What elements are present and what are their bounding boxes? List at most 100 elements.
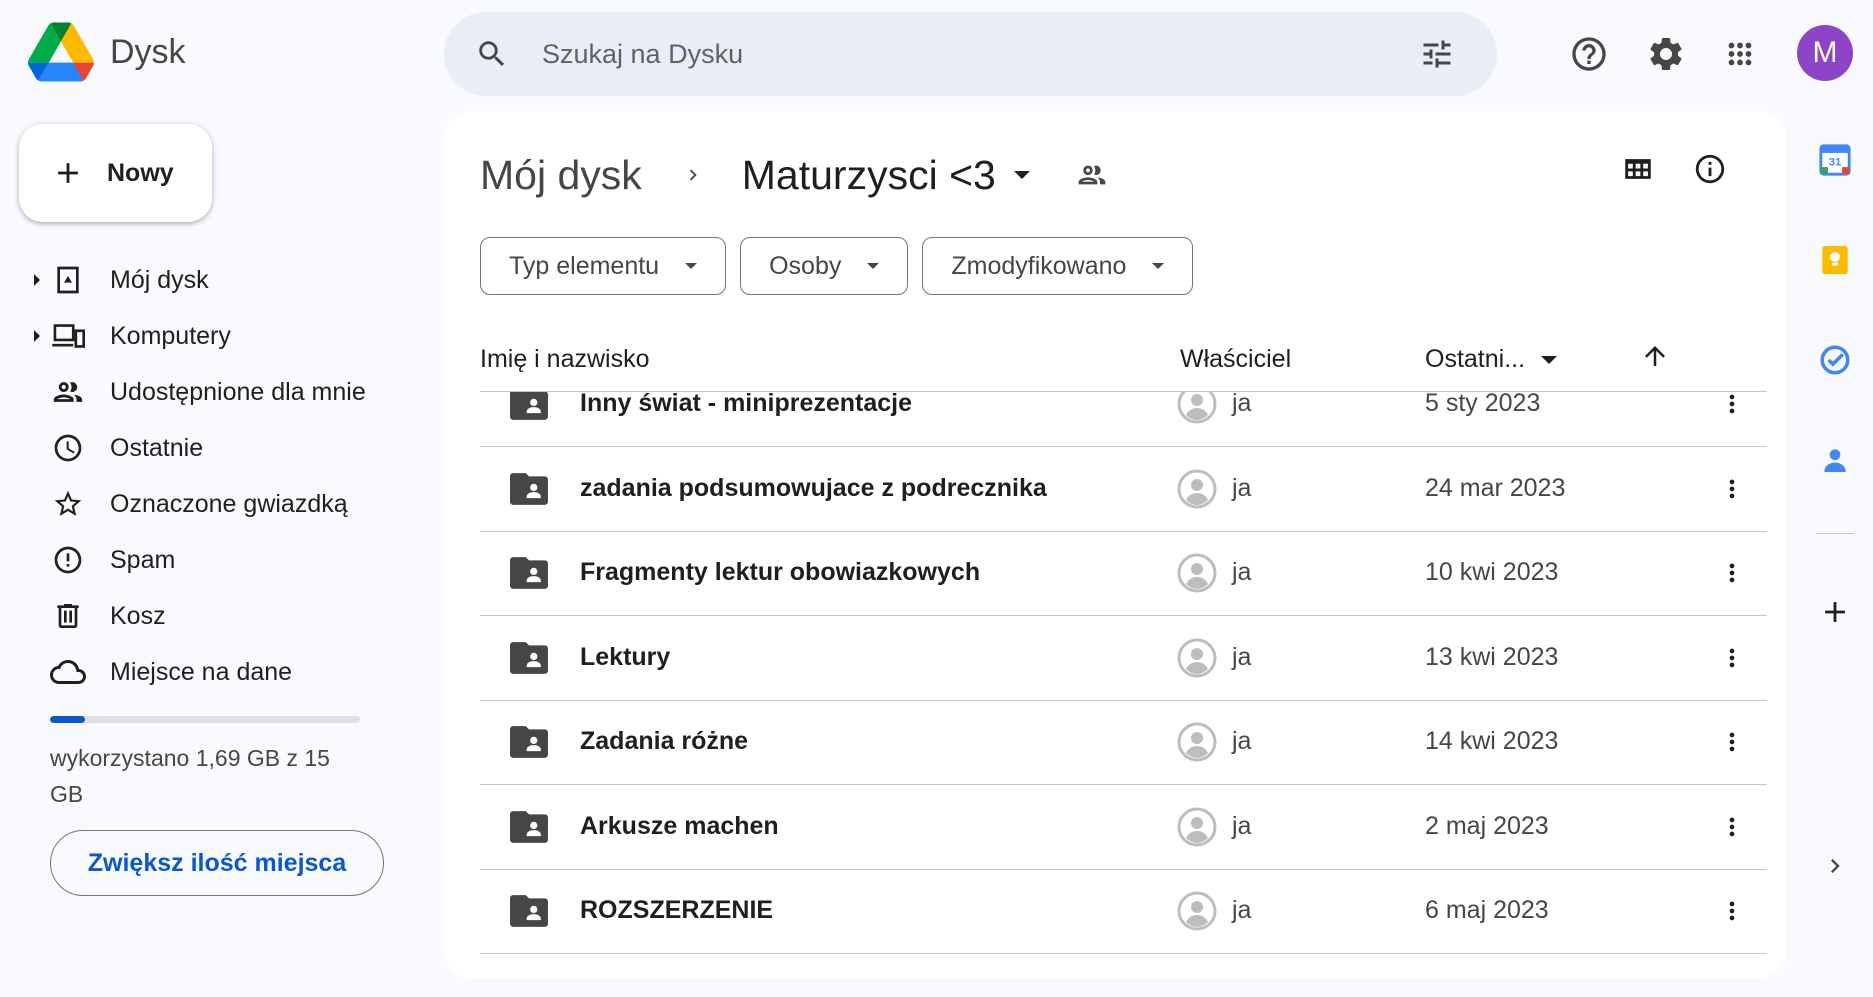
side-panel-divider: [1816, 533, 1854, 534]
last-modified-date: 5 sty 2023: [1425, 392, 1541, 417]
table-header: Imię i nazwisko Właściciel Ostatni...: [480, 339, 1767, 392]
owner-avatar-icon: [1177, 553, 1217, 593]
file-name[interactable]: Inny świat - miniprezentacje: [580, 392, 912, 418]
owner-name: ja: [1232, 727, 1252, 755]
file-name[interactable]: Arkusze machen: [580, 812, 779, 841]
more-options-icon[interactable]: [1710, 551, 1754, 595]
chip-label: Typ elementu: [509, 251, 660, 280]
new-button[interactable]: Nowy: [19, 124, 212, 222]
owner-avatar-icon: [1177, 469, 1217, 509]
account-avatar[interactable]: M: [1797, 25, 1853, 81]
table-row[interactable]: ROZSZERZENIE ja 6 maj 2023: [480, 869, 1767, 954]
sidebar-item-starred[interactable]: Oznaczone gwiazdką: [0, 476, 430, 532]
sidebar-nav: Mój dysk Komputery Udostępnione dla mnie…: [0, 252, 430, 700]
plus-icon: [58, 163, 78, 183]
last-modified-date: 13 kwi 2023: [1425, 642, 1559, 671]
more-options-icon[interactable]: [1710, 636, 1754, 680]
sort-ascending-icon[interactable]: [1640, 341, 1670, 378]
filter-modified-chip[interactable]: Zmodyfikowano: [922, 237, 1194, 295]
sidebar-item-spam[interactable]: Spam: [0, 532, 430, 588]
file-list: Inny świat - miniprezentacje ja 5 sty 2023…: [480, 392, 1767, 967]
search-input[interactable]: [542, 38, 1417, 70]
expand-arrow-icon[interactable]: [34, 274, 40, 286]
more-options-icon[interactable]: [1710, 805, 1754, 849]
help-icon[interactable]: [1559, 24, 1619, 84]
sidebar-item-trash[interactable]: Kosz: [0, 588, 430, 644]
owner-avatar-icon: [1177, 392, 1217, 424]
sidebar-item-recent[interactable]: Ostatnie: [0, 420, 430, 476]
owner-name: ja: [1232, 473, 1252, 502]
google-drive-logo-icon: [28, 22, 94, 82]
add-addon-icon[interactable]: [1810, 587, 1860, 637]
contacts-icon[interactable]: [1810, 435, 1860, 485]
view-controls: [1621, 152, 1727, 191]
expand-arrow-icon[interactable]: [34, 330, 40, 342]
file-name[interactable]: Lektury: [580, 643, 670, 672]
sidebar-item-label: Komputery: [110, 321, 231, 350]
table-row[interactable]: Fragmenty lektur obowiazkowych ja 10 kwi 2…: [480, 531, 1767, 616]
storage-usage-bar: [50, 716, 360, 723]
last-modified-date: 10 kwi 2023: [1425, 558, 1559, 586]
shared-folder-icon: [510, 472, 548, 510]
more-options-icon[interactable]: [1710, 392, 1754, 426]
upgrade-storage-button[interactable]: Zwiększ ilość miejsca: [50, 830, 384, 896]
shared-folder-icon: [510, 810, 548, 848]
shared-folder-icon: [510, 557, 548, 594]
breadcrumb: Mój dysk Maturzysci <3: [480, 145, 1108, 205]
breadcrumb-root[interactable]: Mój dysk: [480, 152, 642, 199]
table-row[interactable]: Inny świat - miniprezentacje ja 5 sty 2023: [480, 392, 1767, 447]
column-header-date[interactable]: Ostatni...: [1425, 345, 1558, 374]
table-row[interactable]: Lektury ja 13 kwi 2023: [480, 616, 1767, 701]
folder-menu-dropdown-icon[interactable]: [1013, 171, 1030, 179]
app-logo[interactable]: Dysk: [28, 22, 186, 82]
tune-icon[interactable]: [1417, 34, 1457, 74]
owner-name: ja: [1232, 811, 1252, 840]
sidebar-item-my-drive[interactable]: Mój dysk: [0, 252, 430, 308]
file-name[interactable]: Fragmenty lektur obowiazkowych: [580, 558, 980, 587]
search-bar[interactable]: [444, 12, 1497, 96]
sidebar-item-label: Udostępnione dla mnie: [110, 377, 366, 406]
expand-panel-icon[interactable]: [1810, 841, 1860, 891]
sidebar-item-label: Spam: [110, 545, 176, 574]
column-header-owner[interactable]: Właściciel: [1180, 345, 1291, 374]
more-options-icon[interactable]: [1710, 889, 1754, 933]
column-header-date-label: Ostatni...: [1425, 345, 1526, 373]
shared-folder-icon: [510, 726, 548, 763]
chip-label: Zmodyfikowano: [951, 251, 1127, 280]
sidebar-item-computers[interactable]: Komputery: [0, 308, 430, 364]
table-row[interactable]: zadania podsumowujace z podrecznika ja 24 …: [480, 447, 1767, 532]
more-options-icon[interactable]: [1710, 467, 1754, 511]
shared-people-icon: [50, 374, 86, 410]
column-header-name[interactable]: Imię i nazwisko: [480, 345, 650, 374]
keep-icon[interactable]: [1810, 235, 1860, 285]
file-name[interactable]: ROZSZERZENIE: [580, 896, 773, 925]
sidebar-item-label: Miejsce na dane: [110, 657, 293, 686]
search-icon[interactable]: [472, 34, 512, 74]
owner-avatar-icon: [1177, 891, 1217, 931]
table-row[interactable]: Arkusze machen ja 2 maj 2023: [480, 785, 1767, 870]
dropdown-arrow-icon: [867, 263, 880, 269]
file-name[interactable]: zadania podsumowujace z podrecznika: [580, 474, 1047, 503]
more-options-icon[interactable]: [1710, 720, 1754, 764]
calendar-icon[interactable]: 31: [1810, 135, 1860, 185]
sidebar-item-storage[interactable]: Miejsce na dane: [0, 644, 430, 700]
clock-icon: [50, 430, 86, 466]
grid-view-icon[interactable]: [1621, 152, 1655, 191]
filter-chips: Typ elementu Osoby Zmodyfikowano: [480, 237, 1194, 295]
apps-grid-icon[interactable]: [1710, 24, 1770, 84]
sidebar-item-shared[interactable]: Udostępnione dla mnie: [0, 364, 430, 420]
new-button-label: Nowy: [107, 158, 174, 187]
shared-folder-icon[interactable]: [1076, 159, 1108, 191]
file-name[interactable]: Zadania różne: [580, 727, 748, 756]
filter-type-chip[interactable]: Typ elementu: [480, 237, 727, 295]
settings-icon[interactable]: [1636, 24, 1696, 84]
tasks-icon[interactable]: [1810, 335, 1860, 385]
breadcrumb-current-folder[interactable]: Maturzysci <3: [742, 152, 996, 199]
storage-usage-fill: [50, 716, 86, 723]
cloud-icon: [50, 654, 86, 690]
sidebar-item-label: Ostatnie: [110, 433, 204, 462]
filter-people-chip[interactable]: Osoby: [740, 237, 909, 295]
sidebar-item-label: Oznaczone gwiazdką: [110, 489, 348, 518]
table-row[interactable]: Zadania różne ja 14 kwi 2023: [480, 700, 1767, 785]
info-icon[interactable]: [1693, 152, 1727, 191]
